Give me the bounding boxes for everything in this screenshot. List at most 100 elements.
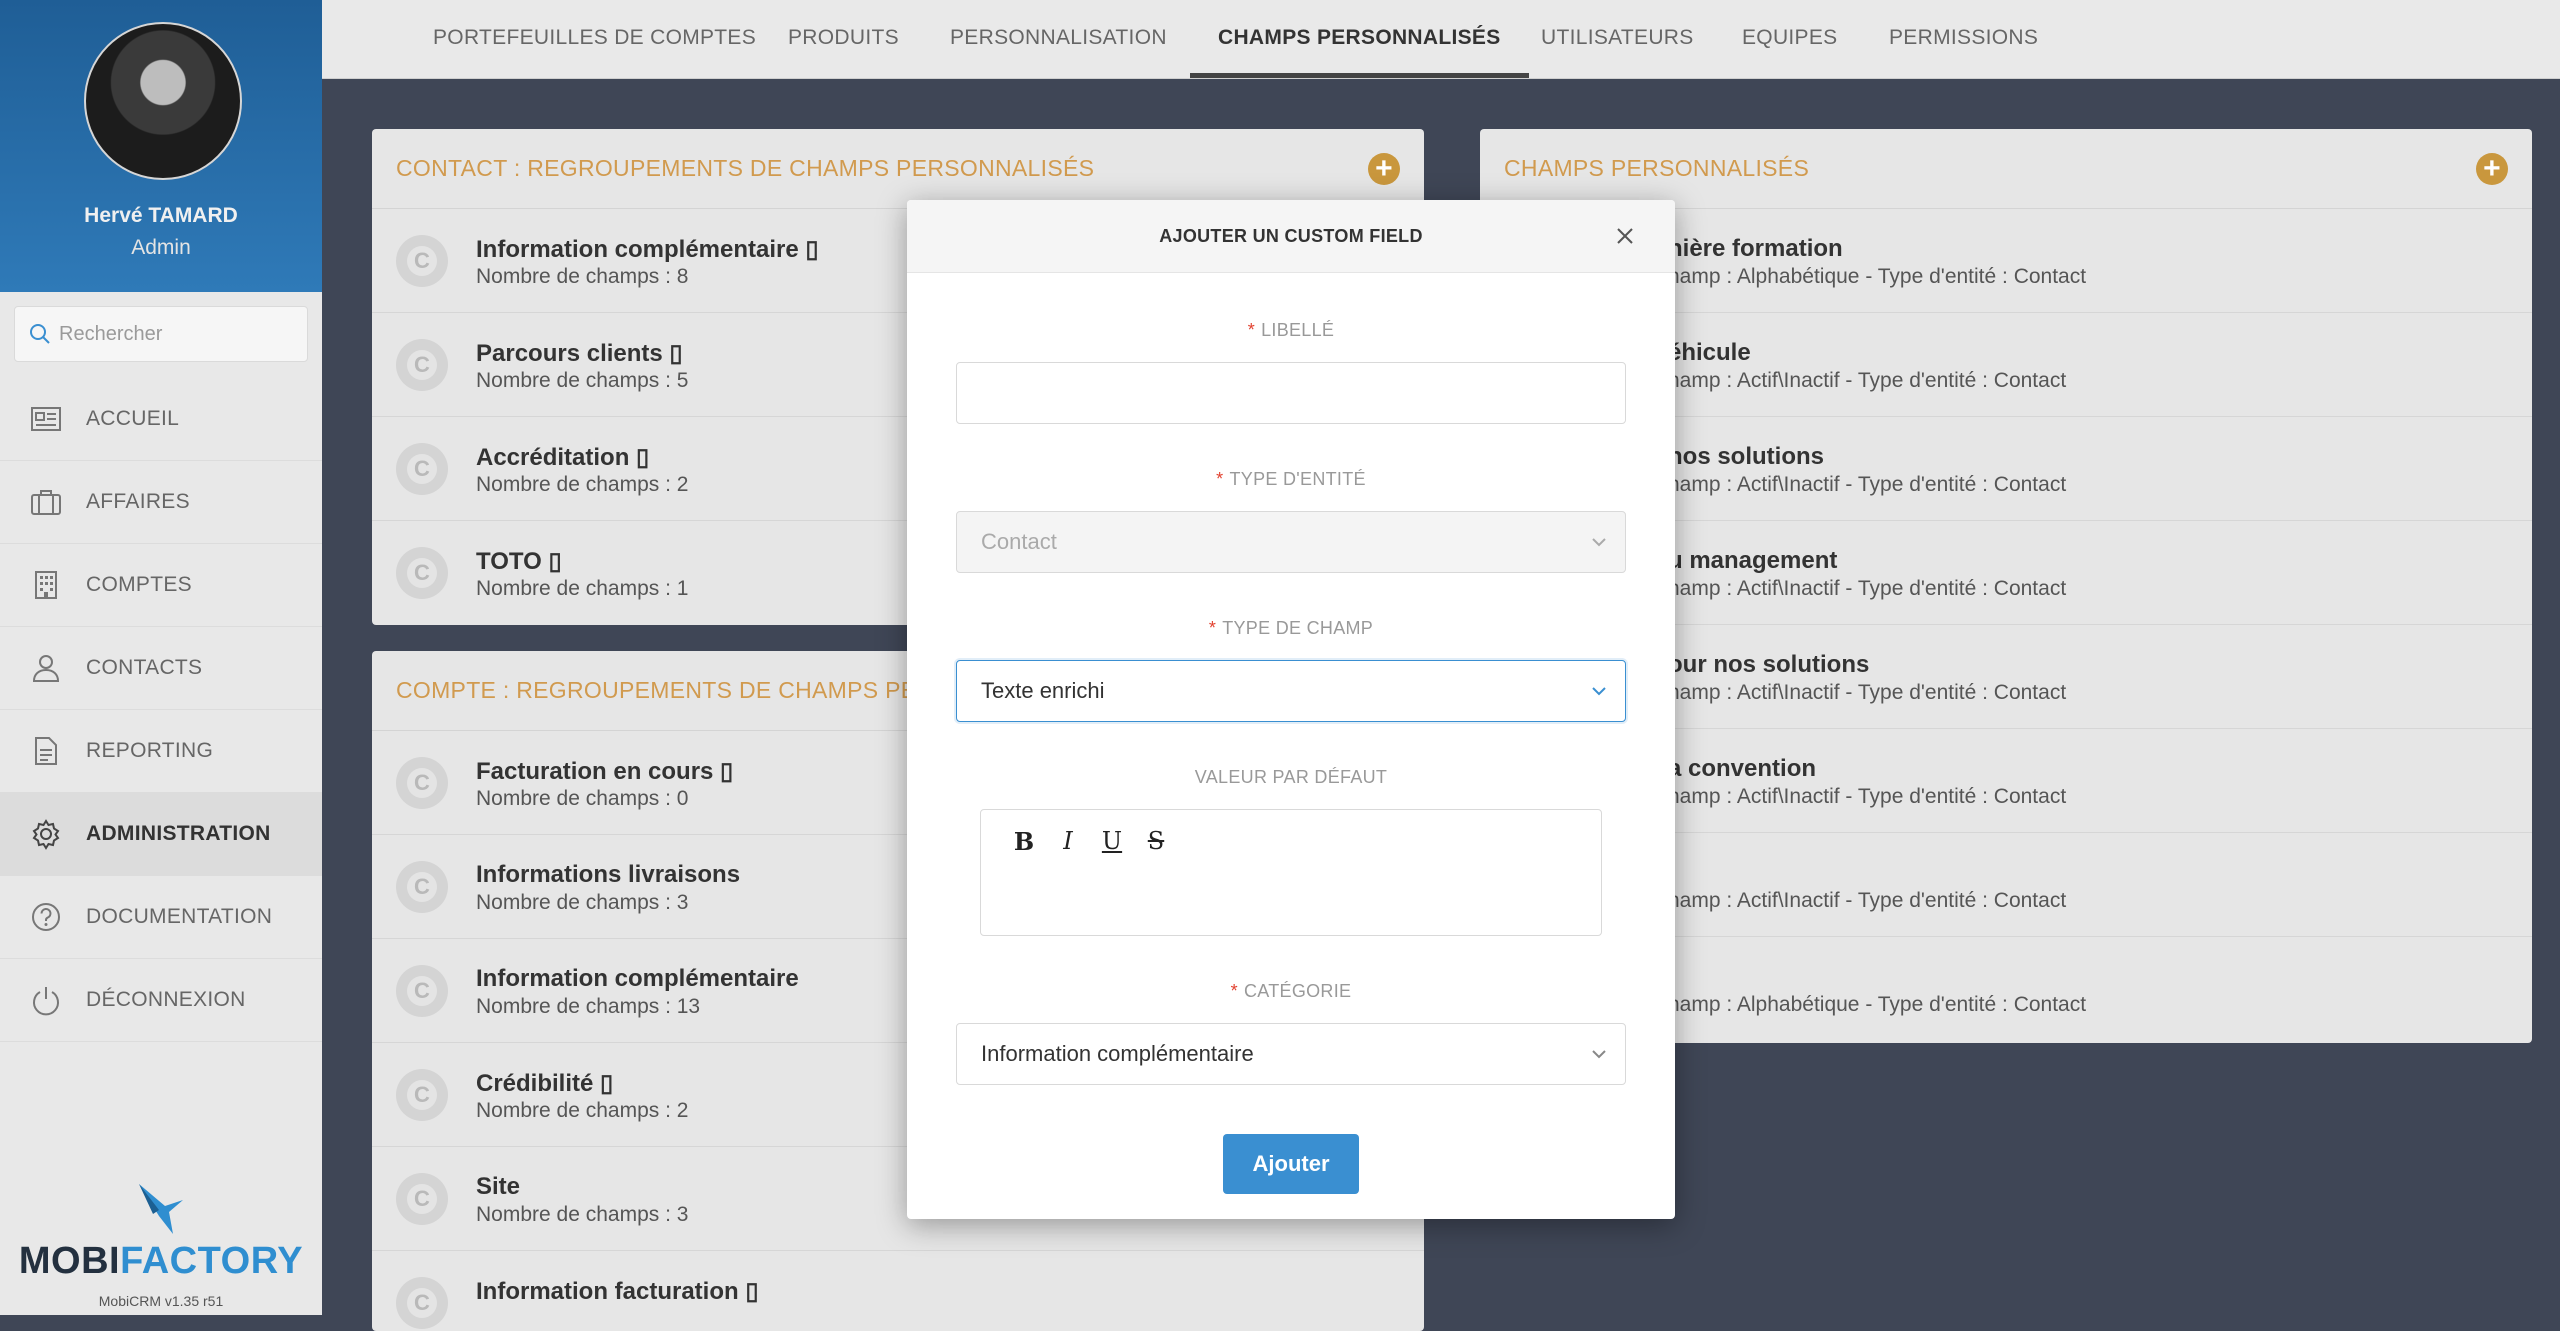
- list-item-sub: Nombre de champs : 13: [476, 995, 701, 1018]
- list-item-title: Accréditation ▯: [476, 444, 650, 471]
- entity-type-select[interactable]: Contact: [956, 511, 1626, 573]
- sidebar-item-label: AFFAIRES: [86, 490, 190, 513]
- contact-panel-header: CONTACT : REGROUPEMENTS DE CHAMPS PERSON…: [372, 129, 1424, 209]
- list-item-title: u management: [1668, 547, 1838, 574]
- sidebar: Hervé TAMARD Admin Rechercher ACCUEIL AF…: [0, 0, 322, 1315]
- power-icon: [28, 982, 64, 1018]
- mobile-icon: ▯: [720, 758, 734, 785]
- group-icon: C: [396, 1069, 448, 1121]
- search-input[interactable]: Rechercher: [14, 306, 308, 362]
- sidebar-item-administration[interactable]: ADMINISTRATION: [0, 793, 322, 876]
- sidebar-item-comptes[interactable]: COMPTES: [0, 544, 322, 627]
- list-item-sub: Nombre de champs : 2: [476, 473, 689, 496]
- field-type-label: * TYPE DE CHAMP: [1208, 618, 1374, 638]
- tab-produits[interactable]: PRODUITS: [788, 0, 899, 78]
- sidebar-item-label: ACCUEIL: [86, 407, 180, 430]
- list-item-title: Parcours clients ▯: [476, 340, 683, 367]
- mobile-icon: ▯: [636, 444, 650, 471]
- underline-button[interactable]: U: [1097, 826, 1127, 856]
- libelle-input[interactable]: [956, 362, 1626, 424]
- sidebar-item-documentation[interactable]: DOCUMENTATION: [0, 876, 322, 959]
- search-placeholder: Rechercher: [59, 322, 163, 345]
- category-label: * CATÉGORIE: [1230, 981, 1352, 1001]
- add-field-button[interactable]: +: [2476, 153, 2508, 185]
- sidebar-item-label: DÉCONNEXION: [86, 988, 246, 1011]
- list-item-sub: Nombre de champs : 3: [476, 891, 689, 914]
- list-item-title: Site: [476, 1173, 521, 1200]
- sidebar-item-affaires[interactable]: AFFAIRES: [0, 461, 322, 544]
- user-role: Admin: [131, 236, 191, 259]
- rich-text-editor[interactable]: B I U S: [980, 809, 1602, 936]
- sidebar-item-contacts[interactable]: CONTACTS: [0, 627, 322, 710]
- tab-champs-personnalises[interactable]: CHAMPS PERSONNALISÉS: [1190, 0, 1529, 78]
- mobile-icon: ▯: [548, 548, 562, 575]
- list-item-sub: Nombre de champs : 2: [476, 1099, 689, 1122]
- list-item-sub: Nombre de champs : 3: [476, 1203, 689, 1226]
- sidebar-item-reporting[interactable]: REPORTING: [0, 710, 322, 793]
- default-value-label: VALEUR PAR DÉFAUT: [1194, 767, 1388, 787]
- list-item-title: TOTO ▯: [476, 548, 562, 575]
- mobile-icon: ▯: [600, 1070, 614, 1097]
- tab-permissions[interactable]: PERMISSIONS: [1889, 0, 2038, 78]
- bird-logo-icon: [139, 1184, 183, 1234]
- tab-portefeuilles[interactable]: PORTEFEUILLES DE COMPTES: [433, 0, 756, 78]
- group-icon: C: [396, 547, 448, 599]
- field-type-select[interactable]: Texte enrichi: [956, 660, 1626, 722]
- document-icon: [28, 733, 64, 769]
- tab-equipes[interactable]: EQUIPES: [1742, 0, 1837, 78]
- list-item[interactable]: C Information facturation ▯: [372, 1251, 1424, 1331]
- sidebar-item-accueil[interactable]: ACCUEIL: [0, 378, 322, 461]
- editor-toolbar: B I U S: [1009, 826, 1171, 856]
- company-logo: MOBIFACTORY: [0, 1180, 322, 1283]
- group-icon: C: [396, 861, 448, 913]
- close-icon[interactable]: [1613, 224, 1637, 248]
- list-item-title: Informations livraisons: [476, 861, 741, 888]
- list-item-title: Information complémentaire: [476, 965, 799, 992]
- chevron-down-icon: [1592, 538, 1606, 547]
- group-icon: C: [396, 443, 448, 495]
- group-icon: C: [396, 757, 448, 809]
- group-icon: C: [396, 965, 448, 1017]
- add-button[interactable]: Ajouter: [1223, 1134, 1359, 1194]
- user-name: Hervé TAMARD: [84, 204, 238, 227]
- logo-part1: MOBI: [18, 1240, 121, 1282]
- list-item-sub: hamp : Actif\Inactif - Type d'entité : C…: [1668, 369, 2067, 392]
- list-item-title: nière formation: [1668, 235, 1843, 262]
- bold-button[interactable]: B: [1009, 826, 1039, 856]
- list-item-title: nos solutions: [1668, 443, 1824, 470]
- modal-title: AJOUTER UN CUSTOM FIELD: [1159, 226, 1423, 246]
- chevron-down-icon: [1592, 687, 1606, 696]
- list-item-sub: hamp : Alphabétique - Type d'entité : Co…: [1668, 993, 2087, 1016]
- add-group-button[interactable]: +: [1368, 153, 1400, 185]
- group-icon: C: [396, 1173, 448, 1225]
- strikethrough-button[interactable]: S: [1141, 826, 1171, 856]
- gear-icon: [28, 816, 64, 852]
- category-select[interactable]: Information complémentaire: [956, 1023, 1626, 1085]
- add-custom-field-modal: AJOUTER UN CUSTOM FIELD * LIBELLÉ * TYPE D…: [907, 200, 1675, 1219]
- group-icon: C: [396, 235, 448, 287]
- tab-utilisateurs[interactable]: UTILISATEURS: [1541, 0, 1694, 78]
- mobile-icon: ▯: [669, 340, 683, 367]
- sidebar-nav: ACCUEIL AFFAIRES COMPTES CONTACTS REPORT…: [0, 378, 322, 1042]
- help-circle-icon: [28, 899, 64, 935]
- tab-personnalisation[interactable]: PERSONNALISATION: [950, 0, 1167, 78]
- panel-title: CONTACT : REGROUPEMENTS DE CHAMPS PERSON…: [396, 155, 1095, 181]
- fields-panel-header: CHAMPS PERSONNALISÉS +: [1480, 129, 2532, 209]
- newspaper-icon: [28, 401, 64, 437]
- avatar[interactable]: [84, 22, 242, 180]
- sidebar-item-label: DOCUMENTATION: [86, 905, 273, 928]
- sidebar-item-label: COMPTES: [86, 573, 192, 596]
- list-item-title: Crédibilité ▯: [476, 1070, 614, 1097]
- italic-button[interactable]: I: [1053, 826, 1083, 856]
- list-item-sub: hamp : Actif\Inactif - Type d'entité : C…: [1668, 681, 2067, 704]
- list-item-sub: hamp : Alphabétique - Type d'entité : Co…: [1668, 265, 2087, 288]
- modal-header: AJOUTER UN CUSTOM FIELD: [907, 200, 1675, 273]
- sidebar-item-label: REPORTING: [86, 739, 214, 762]
- entity-type-label: * TYPE D'ENTITÉ: [1216, 469, 1366, 489]
- list-item-sub: hamp : Actif\Inactif - Type d'entité : C…: [1668, 473, 2067, 496]
- search-icon: [30, 324, 50, 344]
- list-item-title: a convention: [1668, 755, 1817, 782]
- list-item-sub: hamp : Actif\Inactif - Type d'entité : C…: [1668, 785, 2067, 808]
- sidebar-item-deconnexion[interactable]: DÉCONNEXION: [0, 959, 322, 1042]
- group-icon: C: [396, 339, 448, 391]
